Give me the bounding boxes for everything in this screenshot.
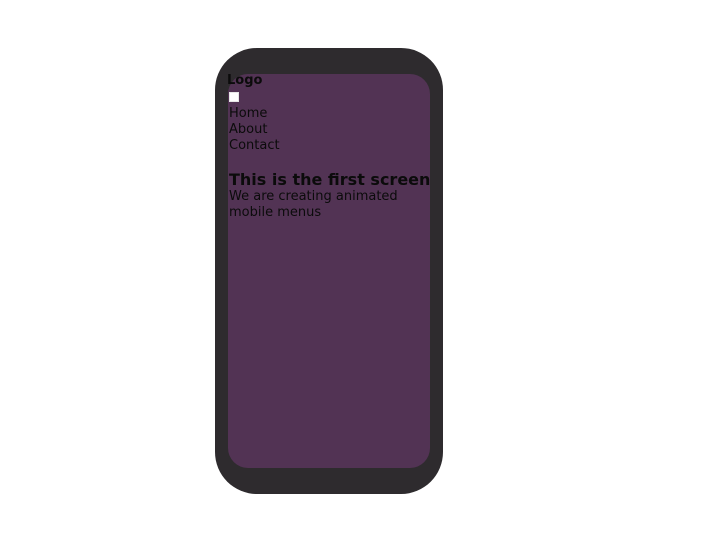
nav-item-contact[interactable]: Contact — [229, 138, 430, 154]
screen-content: Logo Home About Contact This is the firs… — [227, 72, 431, 221]
page-subtitle: We are creating animated mobile menus — [229, 189, 398, 220]
logo[interactable]: Logo — [227, 72, 430, 90]
menu-toggle-checkbox[interactable] — [229, 92, 239, 102]
page-title: This is the first screen — [229, 170, 431, 189]
nav-menu: Home About Contact — [229, 106, 430, 154]
nav-item-about[interactable]: About — [229, 122, 430, 138]
nav-item-home[interactable]: Home — [229, 106, 430, 122]
